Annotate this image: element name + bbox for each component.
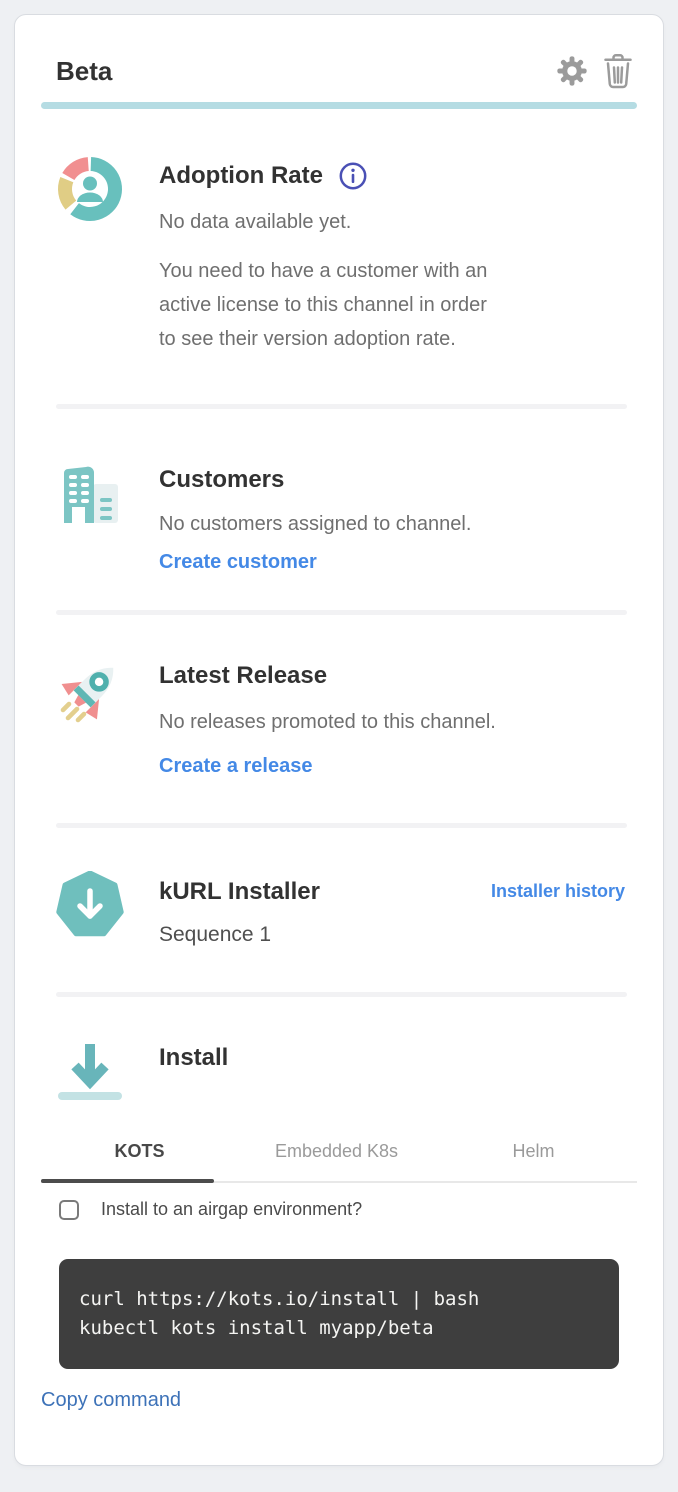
- info-icon[interactable]: [339, 162, 367, 190]
- release-empty-text: No releases promoted to this channel.: [159, 708, 637, 736]
- latest-release-section: Latest Release No releases promoted to t…: [41, 657, 637, 781]
- section-divider: [56, 823, 627, 828]
- adoption-hint-text: You need to have a customer with an acti…: [159, 254, 637, 356]
- gear-icon[interactable]: [555, 54, 589, 88]
- create-customer-link[interactable]: Create customer: [159, 548, 317, 577]
- command-line: kubectl kots install myapp/beta: [79, 1314, 599, 1343]
- customers-section: Customers No customers assigned to chann…: [41, 461, 637, 577]
- kurl-installer-section: kURL Installer Installer history Sequenc…: [41, 871, 637, 950]
- command-line: curl https://kots.io/install | bash: [79, 1285, 599, 1314]
- kurl-sequence-text: Sequence 1: [159, 920, 637, 950]
- header-actions: [555, 53, 633, 89]
- kurl-installer-title: kURL Installer: [159, 875, 320, 908]
- customers-title: Customers: [159, 463, 637, 496]
- tab-helm[interactable]: Helm: [435, 1141, 632, 1181]
- install-download-icon: [56, 1037, 124, 1105]
- latest-release-title: Latest Release: [159, 659, 637, 692]
- create-release-link[interactable]: Create a release: [159, 752, 312, 781]
- install-title: Install: [159, 1041, 637, 1074]
- airgap-checkbox[interactable]: [59, 1200, 79, 1220]
- channel-card: Beta: [14, 14, 664, 1466]
- trash-icon[interactable]: [603, 53, 633, 89]
- section-divider: [56, 610, 627, 615]
- adoption-rate-title: Adoption Rate: [159, 159, 323, 192]
- tab-embedded-k8s[interactable]: Embedded K8s: [238, 1141, 435, 1181]
- adoption-rate-section: Adoption Rate No data available yet. You…: [41, 155, 637, 356]
- section-divider: [56, 404, 627, 409]
- channel-accent-rule: [41, 102, 637, 109]
- installer-history-link[interactable]: Installer history: [491, 881, 625, 902]
- channel-title: Beta: [56, 56, 112, 87]
- section-divider: [56, 992, 627, 997]
- channel-header: Beta: [41, 54, 637, 88]
- airgap-row: Install to an airgap environment?: [41, 1199, 637, 1220]
- customers-empty-text: No customers assigned to channel.: [159, 510, 637, 538]
- tab-kots[interactable]: KOTS: [41, 1141, 238, 1181]
- kurl-heptagon-download-icon: [56, 871, 124, 939]
- airgap-label: Install to an airgap environment?: [101, 1199, 362, 1220]
- adoption-empty-text: No data available yet.: [159, 208, 637, 236]
- adoption-rate-donut-icon: [56, 155, 124, 223]
- install-tabs: KOTS Embedded K8s Helm: [41, 1141, 637, 1183]
- customers-building-icon: [56, 461, 124, 529]
- copy-command-link[interactable]: Copy command: [41, 1389, 181, 1412]
- install-section: Install: [41, 1037, 637, 1105]
- rocket-icon: [56, 657, 124, 725]
- install-command-block: curl https://kots.io/install | bash kube…: [59, 1259, 619, 1369]
